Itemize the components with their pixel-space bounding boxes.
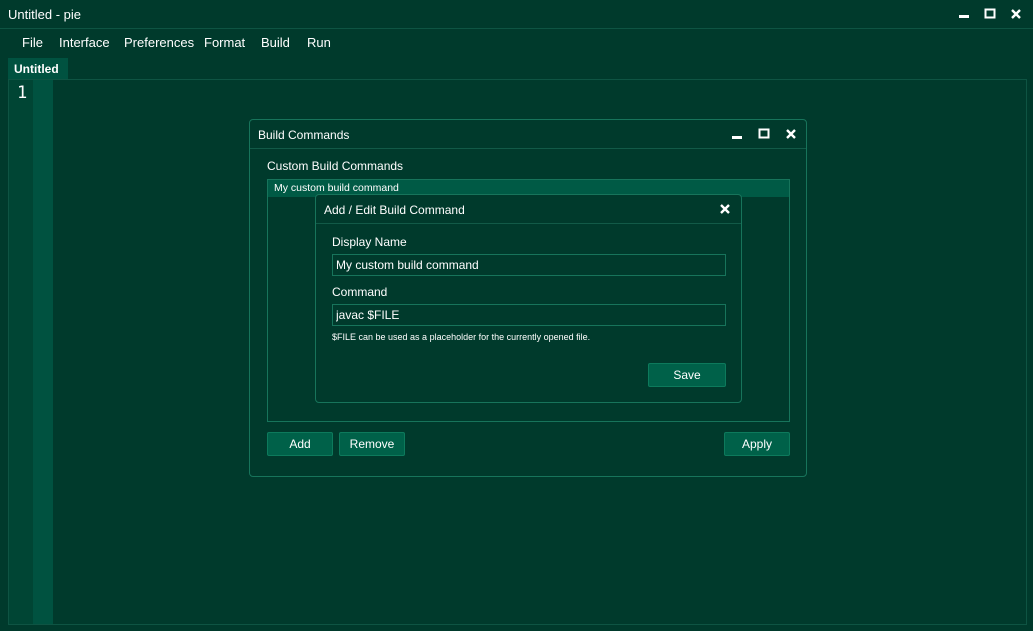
menu-build[interactable]: Build — [261, 35, 290, 50]
close-icon[interactable] — [784, 127, 798, 141]
subdialog-title-bar: Add / Edit Build Command — [316, 195, 741, 224]
placeholder-hint: $FILE can be used as a placeholder for t… — [332, 332, 591, 342]
menu-interface[interactable]: Interface — [59, 35, 110, 50]
save-button[interactable]: Save — [648, 363, 726, 387]
app-window: Untitled - pie File Interface Preference… — [0, 0, 1033, 631]
display-name-field[interactable] — [332, 254, 726, 276]
title-bar: Untitled - pie — [0, 0, 1033, 29]
line-number-gutter: 1 — [9, 80, 33, 624]
menu-file[interactable]: File — [22, 35, 43, 50]
menu-preferences[interactable]: Preferences — [124, 35, 194, 50]
tab-untitled[interactable]: Untitled — [8, 58, 68, 79]
fold-gutter — [33, 80, 53, 624]
remove-button[interactable]: Remove — [339, 432, 405, 456]
list-item-label: My custom build command — [274, 182, 399, 194]
menu-run[interactable]: Run — [307, 35, 331, 50]
display-name-label: Display Name — [332, 235, 407, 249]
subdialog-title: Add / Edit Build Command — [324, 203, 465, 217]
command-field[interactable] — [332, 304, 726, 326]
command-label: Command — [332, 285, 388, 299]
dialog-title-bar: Build Commands — [250, 120, 806, 149]
minimize-icon[interactable] — [730, 128, 744, 142]
edit-command-dialog: Add / Edit Build Command Display Name Co… — [315, 194, 742, 403]
section-label: Custom Build Commands — [267, 159, 404, 173]
add-button[interactable]: Add — [267, 432, 333, 456]
minimize-icon[interactable] — [957, 7, 971, 21]
dialog-title: Build Commands — [258, 128, 350, 142]
close-icon[interactable] — [1009, 7, 1023, 21]
line-number: 1 — [17, 83, 28, 103]
maximize-icon[interactable] — [983, 7, 997, 21]
tab-label: Untitled — [14, 62, 59, 76]
apply-button[interactable]: Apply — [724, 432, 790, 456]
maximize-icon[interactable] — [757, 127, 771, 141]
window-title: Untitled - pie — [8, 7, 81, 22]
menu-bar: File Interface Preferences Format Build … — [0, 30, 1033, 54]
close-icon[interactable] — [718, 202, 732, 216]
menu-format[interactable]: Format — [204, 35, 245, 50]
